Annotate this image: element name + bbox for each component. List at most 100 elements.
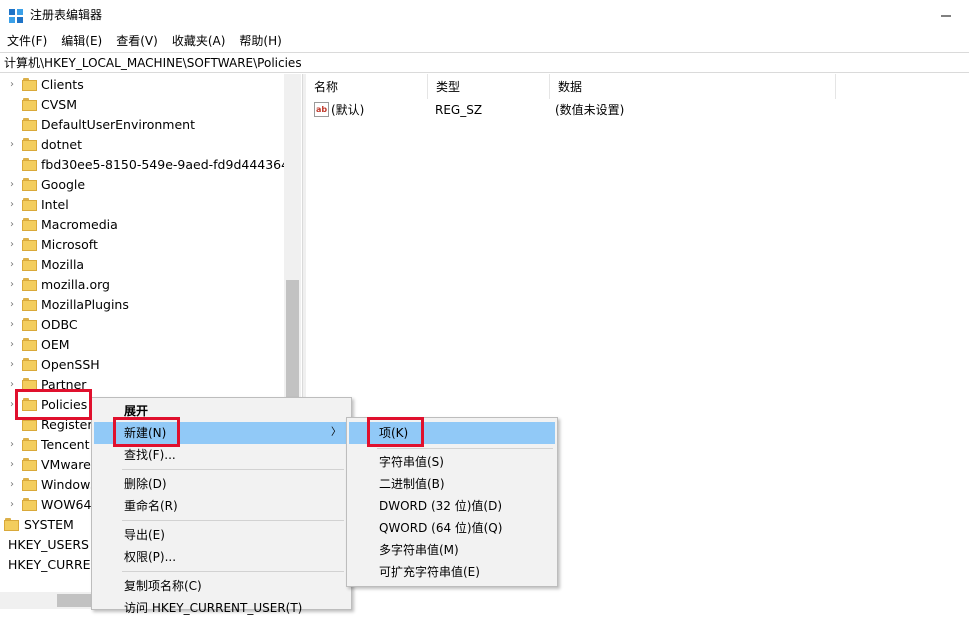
highlight-box-key [367,417,424,447]
tree-item-dotnet[interactable]: › dotnet [0,135,284,155]
tree-item-odbc[interactable]: › ODBC [0,315,284,335]
chevron-right-icon[interactable]: › [7,138,17,152]
regedit-app-icon [9,9,23,23]
menu-view[interactable]: 查看(V) [109,31,165,51]
tree-item-oem[interactable]: › OEM [0,335,284,355]
menu-item-label: 字符串值(S) [379,455,444,469]
tree-item-label: Google [41,177,86,192]
folder-icon [22,338,38,352]
tree-item-label: VMware [41,457,91,472]
string-value-icon: ab [314,102,329,117]
menu-edit[interactable]: 编辑(E) [54,31,109,51]
folder-icon [22,218,38,232]
folder-icon [22,138,38,152]
tree-item-openssh[interactable]: › OpenSSH [0,355,284,375]
tree-item-label: HKEY_CURREN [8,557,100,572]
value-row[interactable]: ab (默认) REG_SZ (数值未设置) [306,101,969,119]
tree-item-label: Intel [41,197,69,212]
tree-item-label: dotnet [41,137,82,152]
highlight-box-new [113,417,180,447]
chevron-right-icon[interactable]: › [7,278,17,292]
column-header-type[interactable]: 类型 [428,74,550,99]
folder-icon [22,298,38,312]
chevron-right-icon[interactable]: › [7,198,17,212]
folder-icon [22,198,38,212]
chevron-right-icon[interactable]: › [7,458,17,472]
tree-item-label: ODBC [41,317,78,332]
tree-item-mozilla-org[interactable]: › mozilla.org [0,275,284,295]
tree-item-mozilla[interactable]: › Mozilla [0,255,284,275]
chevron-right-icon[interactable]: › [7,178,17,192]
tree-item-intel[interactable]: › Intel [0,195,284,215]
column-header-name[interactable]: 名称 [306,74,428,99]
tree-item-label: mozilla.org [41,277,110,292]
chevron-right-icon[interactable]: › [7,238,17,252]
regedit-window: 注册表编辑器 文件(F) 编辑(E) 查看(V) 收藏夹(A) 帮助(H) 计算… [0,0,969,615]
folder-icon [22,98,38,112]
menu-file[interactable]: 文件(F) [0,31,54,51]
chevron-right-icon[interactable]: › [7,338,17,352]
menu-help[interactable]: 帮助(H) [232,31,288,51]
value-name: (默认) [331,103,365,117]
chevron-right-icon[interactable]: › [7,498,17,512]
menu-item-delete[interactable]: 删除(D) [94,473,349,495]
tree-item-fbd30ee5-8150-549e-9aed-fd9d444364fb[interactable]: fbd30ee5-8150-549e-9aed-fd9d444364fb [0,155,301,175]
chevron-right-icon[interactable]: › [7,358,17,372]
submenu-item-dword-value[interactable]: DWORD (32 位)值(D) [349,495,555,517]
menu-separator [122,520,344,521]
chevron-right-icon[interactable]: › [7,258,17,272]
chevron-right-icon[interactable]: › [7,478,17,492]
chevron-right-icon[interactable]: › [7,438,17,452]
tree-item-label: CVSM [41,97,77,112]
submenu-item-multi-string-value[interactable]: 多字符串值(M) [349,539,555,561]
menu-bar: 文件(F) 编辑(E) 查看(V) 收藏夹(A) 帮助(H) [0,31,969,51]
tree-item-label: WOW64 [41,497,92,512]
menu-item-copy-key-name[interactable]: 复制项名称(C) [94,575,349,597]
tree-item-label: Mozilla [41,257,85,272]
tree-horizontal-scroll-thumb[interactable] [57,594,93,607]
tree-vertical-scroll-thumb[interactable] [286,280,299,400]
chevron-right-icon[interactable]: › [7,218,17,232]
menu-item-label: QWORD (64 位)值(Q) [379,521,503,535]
submenu-item-string-value[interactable]: 字符串值(S) [349,451,555,473]
minimize-button[interactable] [923,0,969,31]
submenu-item-expandable-string-value[interactable]: 可扩充字符串值(E) [349,561,555,583]
tree-item-microsoft[interactable]: › Microsoft [0,235,284,255]
chevron-right-icon[interactable]: › [7,298,17,312]
chevron-right-icon[interactable]: › [7,318,17,332]
folder-icon [22,478,38,492]
tree-item-mozillaplugins[interactable]: › MozillaPlugins [0,295,284,315]
address-path[interactable]: 计算机\HKEY_LOCAL_MACHINE\SOFTWARE\Policies [4,55,302,71]
menu-separator [122,571,344,572]
tree-item-defaultuserenvironment[interactable]: DefaultUserEnvironment [0,115,284,135]
menu-item-find[interactable]: 查找(F)... [94,444,349,466]
tree-item-clients[interactable]: › Clients [0,75,284,95]
minimize-icon [941,15,951,16]
address-bar[interactable]: 计算机\HKEY_LOCAL_MACHINE\SOFTWARE\Policies [0,52,969,73]
menu-item-permissions[interactable]: 权限(P)... [94,546,349,568]
column-header-label: 类型 [436,80,461,94]
menu-item-rename[interactable]: 重命名(R) [94,495,349,517]
folder-icon [22,78,38,92]
folder-icon [22,118,38,132]
menu-item-label: 多字符串值(M) [379,543,459,557]
menu-favorites[interactable]: 收藏夹(A) [165,31,233,51]
menu-item-goto-hkcu[interactable]: 访问 HKEY_CURRENT_USER(T) [94,597,349,619]
tree-item-label: DefaultUserEnvironment [41,117,195,132]
submenu-item-binary-value[interactable]: 二进制值(B) [349,473,555,495]
tree-item-google[interactable]: › Google [0,175,284,195]
chevron-right-icon[interactable]: › [7,78,17,92]
menu-separator [377,448,553,449]
submenu-item-qword-value[interactable]: QWORD (64 位)值(Q) [349,517,555,539]
column-header-data[interactable]: 数据 [550,74,836,99]
tree-item-macromedia[interactable]: › Macromedia [0,215,284,235]
value-type: REG_SZ [435,103,483,117]
menu-item-export[interactable]: 导出(E) [94,524,349,546]
menu-item-label: 复制项名称(C) [124,579,202,593]
tree-item-label: MozillaPlugins [41,297,129,312]
menu-item-label: 删除(D) [124,477,167,491]
highlight-box-policies [15,389,92,420]
tree-item-cvsm[interactable]: CVSM [0,95,284,115]
folder-icon [4,518,20,532]
folder-icon [22,258,38,272]
